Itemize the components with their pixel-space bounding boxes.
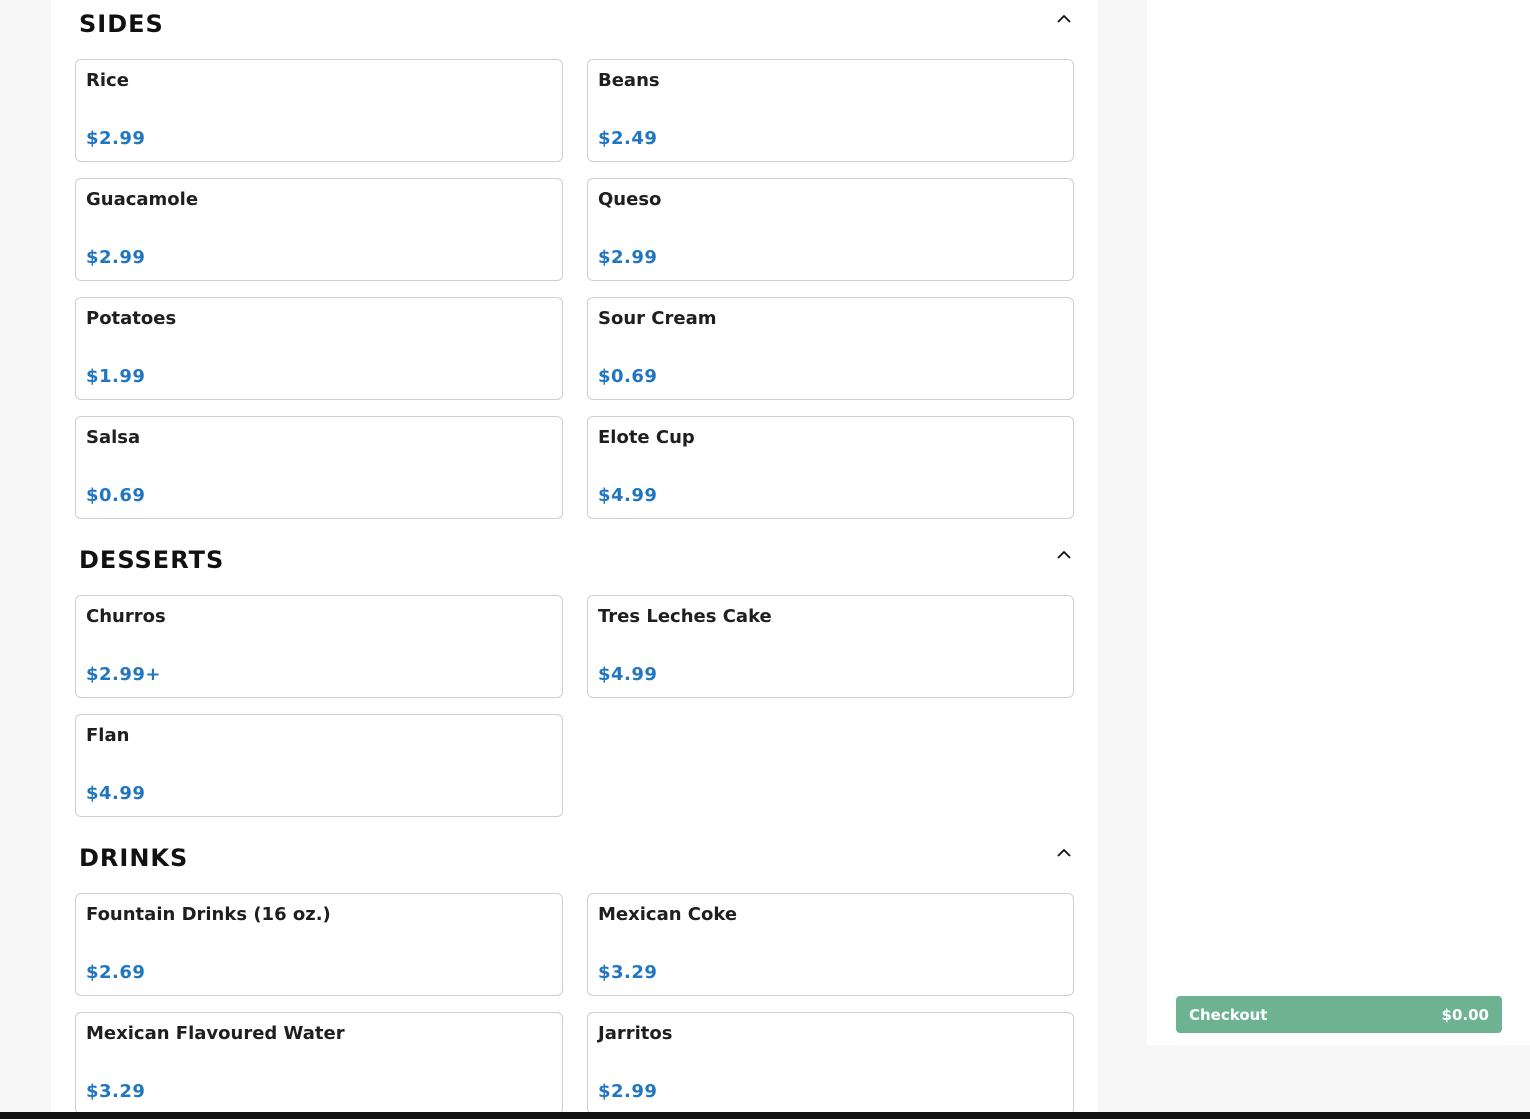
item-price: $4.99 (86, 783, 146, 804)
menu-item-card[interactable]: Beans $2.49 (587, 59, 1074, 162)
item-price: $2.49 (598, 128, 658, 149)
item-name: Rice (86, 70, 129, 91)
item-price: $0.69 (598, 366, 658, 387)
section-desserts: DESSERTS Churros $2.99+ Tres Leches Cake… (51, 536, 1098, 817)
menu-item-card[interactable]: Elote Cup $4.99 (587, 416, 1074, 519)
menu-item-card[interactable]: Flan $4.99 (75, 714, 563, 817)
section-title: DESSERTS (79, 546, 225, 574)
item-name: Elote Cup (598, 427, 695, 448)
item-price: $3.29 (598, 962, 658, 983)
checkout-button[interactable]: Checkout $0.00 (1176, 996, 1502, 1033)
items-grid: Churros $2.99+ Tres Leches Cake $4.99 Fl… (75, 595, 1074, 817)
chevron-up-icon (1057, 14, 1071, 23)
menu-item-card[interactable]: Tres Leches Cake $4.99 (587, 595, 1074, 698)
item-price: $2.69 (86, 962, 146, 983)
section-title: SIDES (79, 10, 164, 38)
section-header: DESSERTS (51, 536, 1098, 584)
menu-item-card[interactable]: Jarritos $2.99 (587, 1012, 1074, 1115)
chevron-up-icon (1057, 848, 1071, 857)
collapse-button[interactable] (1052, 8, 1076, 28)
section-drinks: DRINKS Fountain Drinks (16 oz.) $2.69 Me… (51, 834, 1098, 1115)
item-name: Jarritos (598, 1023, 673, 1044)
item-price: $2.99 (598, 1081, 658, 1102)
chevron-up-icon (1057, 550, 1071, 559)
items-grid: Rice $2.99 Beans $2.49 Guacamole $2.99 Q… (75, 59, 1074, 519)
item-name: Mexican Coke (598, 904, 738, 925)
menu-item-card[interactable]: Churros $2.99+ (75, 595, 563, 698)
item-price: $0.69 (86, 485, 146, 506)
item-name: Salsa (86, 427, 141, 448)
menu-item-card[interactable]: Sour Cream $0.69 (587, 297, 1074, 400)
item-name: Fountain Drinks (16 oz.) (86, 904, 331, 925)
item-price: $4.99 (598, 664, 658, 685)
checkout-total: $0.00 (1441, 1005, 1489, 1024)
section-sides: SIDES Rice $2.99 Beans $2.49 Guacamole $… (51, 0, 1098, 519)
item-name: Beans (598, 70, 660, 91)
menu-item-card[interactable]: Guacamole $2.99 (75, 178, 563, 281)
item-name: Potatoes (86, 308, 177, 329)
item-price: $1.99 (86, 366, 146, 387)
checkout-label: Checkout (1189, 1005, 1268, 1024)
collapse-button[interactable] (1052, 544, 1076, 564)
section-header: SIDES (51, 0, 1098, 48)
section-header: DRINKS (51, 834, 1098, 882)
item-name: Churros (86, 606, 166, 627)
page: SIDES Rice $2.99 Beans $2.49 Guacamole $… (0, 0, 1530, 1119)
item-price: $2.99 (86, 247, 146, 268)
item-name: Sour Cream (598, 308, 717, 329)
menu-item-card[interactable]: Salsa $0.69 (75, 416, 563, 519)
item-name: Mexican Flavoured Water (86, 1023, 345, 1044)
item-name: Guacamole (86, 189, 199, 210)
item-price: $2.99+ (86, 664, 162, 685)
menu-item-card[interactable]: Mexican Flavoured Water $3.29 (75, 1012, 563, 1115)
item-name: Flan (86, 725, 130, 746)
item-price: $2.99 (86, 128, 146, 149)
bottom-bar (0, 1112, 1530, 1119)
items-grid: Fountain Drinks (16 oz.) $2.69 Mexican C… (75, 893, 1074, 1115)
menu-item-card[interactable]: Queso $2.99 (587, 178, 1074, 281)
item-price: $4.99 (598, 485, 658, 506)
menu-item-card[interactable]: Potatoes $1.99 (75, 297, 563, 400)
menu-item-card[interactable]: Mexican Coke $3.29 (587, 893, 1074, 996)
menu-item-card[interactable]: Fountain Drinks (16 oz.) $2.69 (75, 893, 563, 996)
cart-panel: Checkout $0.00 (1147, 0, 1530, 1045)
collapse-button[interactable] (1052, 842, 1076, 862)
item-name: Queso (598, 189, 662, 210)
menu-panel: SIDES Rice $2.99 Beans $2.49 Guacamole $… (51, 0, 1098, 1115)
section-title: DRINKS (79, 844, 189, 872)
item-price: $2.99 (598, 247, 658, 268)
menu-item-card[interactable]: Rice $2.99 (75, 59, 563, 162)
item-price: $3.29 (86, 1081, 146, 1102)
item-name: Tres Leches Cake (598, 606, 772, 627)
